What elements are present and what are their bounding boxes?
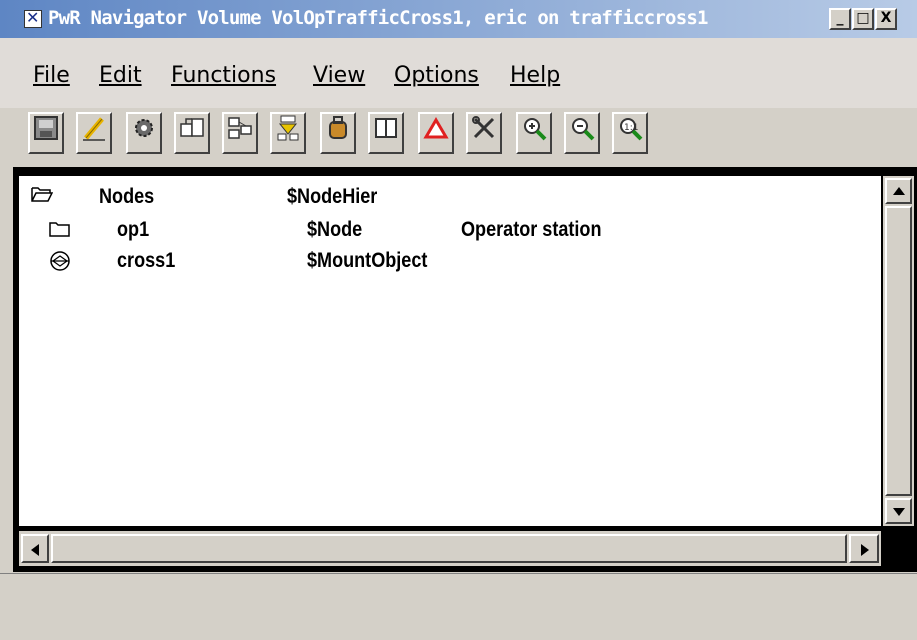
object-tree[interactable]: Nodes $NodeHier op1 $Node Operator stati… xyxy=(19,176,881,526)
status-area xyxy=(0,573,917,640)
menu-file-label: File xyxy=(33,63,70,88)
menu-edit[interactable]: Edit xyxy=(99,63,142,88)
vertical-scrollbar[interactable] xyxy=(883,176,914,526)
hierarchy-icon[interactable] xyxy=(222,112,258,154)
tree-item-name[interactable]: cross1 xyxy=(117,249,175,273)
window-icon[interactable] xyxy=(368,112,404,154)
horizontal-scroll-thumb[interactable] xyxy=(51,534,847,563)
connect-icon[interactable] xyxy=(270,112,306,154)
horizontal-scrollbar[interactable] xyxy=(19,531,881,566)
menu-help[interactable]: Help xyxy=(510,63,560,88)
tree-item-class: $Node xyxy=(307,218,363,241)
tree-item-name[interactable]: op1 xyxy=(117,218,149,242)
folder-icon[interactable] xyxy=(49,220,71,238)
tree-item-name[interactable]: Nodes xyxy=(99,185,154,209)
zoom-out-icon[interactable] xyxy=(564,112,600,154)
maximize-button[interactable]: □ xyxy=(852,8,874,30)
app-icon[interactable]: ✕ xyxy=(24,8,42,28)
window-title: PwR Navigator Volume VolOpTrafficCross1,… xyxy=(48,7,708,29)
close-button[interactable]: X xyxy=(875,8,897,30)
menu-functions[interactable]: Functions xyxy=(171,63,276,88)
menu-file[interactable]: File xyxy=(33,63,70,88)
package-icon[interactable] xyxy=(320,112,356,154)
vertical-scroll-thumb[interactable] xyxy=(885,206,912,496)
save-icon[interactable] xyxy=(28,112,64,154)
minimize-button[interactable]: _ xyxy=(829,8,851,30)
navigator-window: ✕ PwR Navigator Volume VolOpTrafficCross… xyxy=(0,0,917,640)
scroll-down-button[interactable] xyxy=(885,498,912,524)
tree-item-class: $MountObject xyxy=(307,249,428,272)
menu-help-label: Help xyxy=(510,63,561,88)
menu-edit-label: Edit xyxy=(99,63,142,88)
tree-item-class: $NodeHier xyxy=(287,185,378,208)
scroll-up-button[interactable] xyxy=(885,178,912,204)
copy-icon[interactable] xyxy=(174,112,210,154)
pencil-icon[interactable] xyxy=(76,112,112,154)
svg-text:1:1: 1:1 xyxy=(624,123,638,133)
scroll-right-button[interactable] xyxy=(849,534,879,563)
mount-object-icon[interactable] xyxy=(49,250,71,272)
menu-options-label: Options xyxy=(394,63,479,88)
folder-open-icon[interactable] xyxy=(31,185,53,203)
gear-icon[interactable] xyxy=(126,112,162,154)
tools-icon[interactable] xyxy=(466,112,502,154)
zoom-in-icon[interactable] xyxy=(516,112,552,154)
menu-options[interactable]: Options xyxy=(394,63,479,88)
menu-view[interactable]: View xyxy=(313,63,365,88)
menu-functions-label: Functions xyxy=(171,63,277,88)
menu-view-label: View xyxy=(313,63,366,88)
tree-item-description: Operator station xyxy=(461,218,602,241)
title-bar[interactable]: ✕ PwR Navigator Volume VolOpTrafficCross… xyxy=(0,0,917,38)
alarm-triangle-icon[interactable] xyxy=(418,112,454,154)
zoom-reset-icon[interactable]: 1:1 xyxy=(612,112,648,154)
scroll-left-button[interactable] xyxy=(21,534,49,563)
